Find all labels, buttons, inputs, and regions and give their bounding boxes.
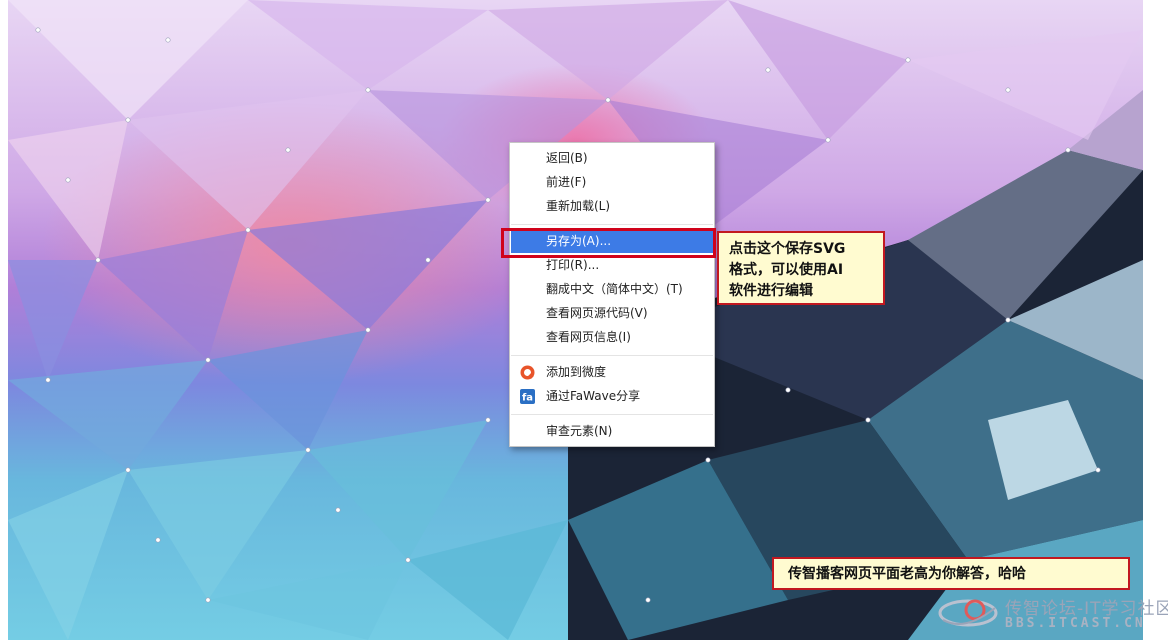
menu-item-label: 添加到微度 bbox=[546, 365, 607, 379]
context-menu: 返回(B) 前进(F) 重新加载(L) 另存为(A)... 打印(R)... 翻… bbox=[509, 142, 715, 447]
itcast-logo-icon bbox=[938, 599, 998, 627]
menu-item-label: 审查元素(N) bbox=[546, 424, 613, 438]
menu-item-fawave-share[interactable]: fa 通过FaWave分享 bbox=[511, 385, 713, 408]
svg-text:fa: fa bbox=[522, 393, 533, 404]
callout-line: 格式，可以使用AI bbox=[729, 262, 844, 278]
menu-item-view-source[interactable]: 查看网页源代码(V) bbox=[511, 302, 713, 325]
menu-item-page-info[interactable]: 查看网页信息(I) bbox=[511, 326, 713, 349]
window-right-edge bbox=[1143, 0, 1168, 640]
callout-line: 软件进行编辑 bbox=[729, 283, 813, 299]
menu-separator bbox=[511, 224, 713, 225]
save-as-highlight-box bbox=[501, 228, 716, 258]
menu-item-label: 返回(B) bbox=[546, 151, 588, 165]
menu-item-forward[interactable]: 前进(F) bbox=[511, 171, 713, 194]
menu-item-reload[interactable]: 重新加载(L) bbox=[511, 195, 713, 218]
menu-item-label: 前进(F) bbox=[546, 175, 587, 189]
fawave-icon: fa bbox=[520, 389, 535, 404]
callout-line: 点击这个保存SVG bbox=[729, 241, 846, 257]
svg-save-callout: 点击这个保存SVG 格式，可以使用AI 软件进行编辑 bbox=[717, 231, 885, 305]
menu-item-label: 查看网页信息(I) bbox=[546, 330, 631, 344]
menu-item-back[interactable]: 返回(B) bbox=[511, 147, 713, 170]
weidu-icon bbox=[520, 365, 535, 380]
menu-item-label: 翻成中文（简体中文）(T) bbox=[546, 282, 683, 296]
menu-item-label: 通过FaWave分享 bbox=[546, 389, 641, 403]
menu-item-inspect[interactable]: 审查元素(N) bbox=[511, 420, 713, 443]
menu-item-add-weidu[interactable]: 添加到微度 bbox=[511, 361, 713, 384]
menu-item-translate[interactable]: 翻成中文（简体中文）(T) bbox=[511, 278, 713, 301]
menu-item-label: 查看网页源代码(V) bbox=[546, 306, 648, 320]
watermark-url: BBS.ITCAST.CN bbox=[1005, 616, 1146, 631]
menu-separator bbox=[511, 355, 713, 356]
menu-separator bbox=[511, 414, 713, 415]
forum-watermark: 传智论坛-IT学习社区 BBS.ITCAST.CN bbox=[935, 586, 1168, 640]
menu-item-label: 重新加载(L) bbox=[546, 199, 611, 213]
